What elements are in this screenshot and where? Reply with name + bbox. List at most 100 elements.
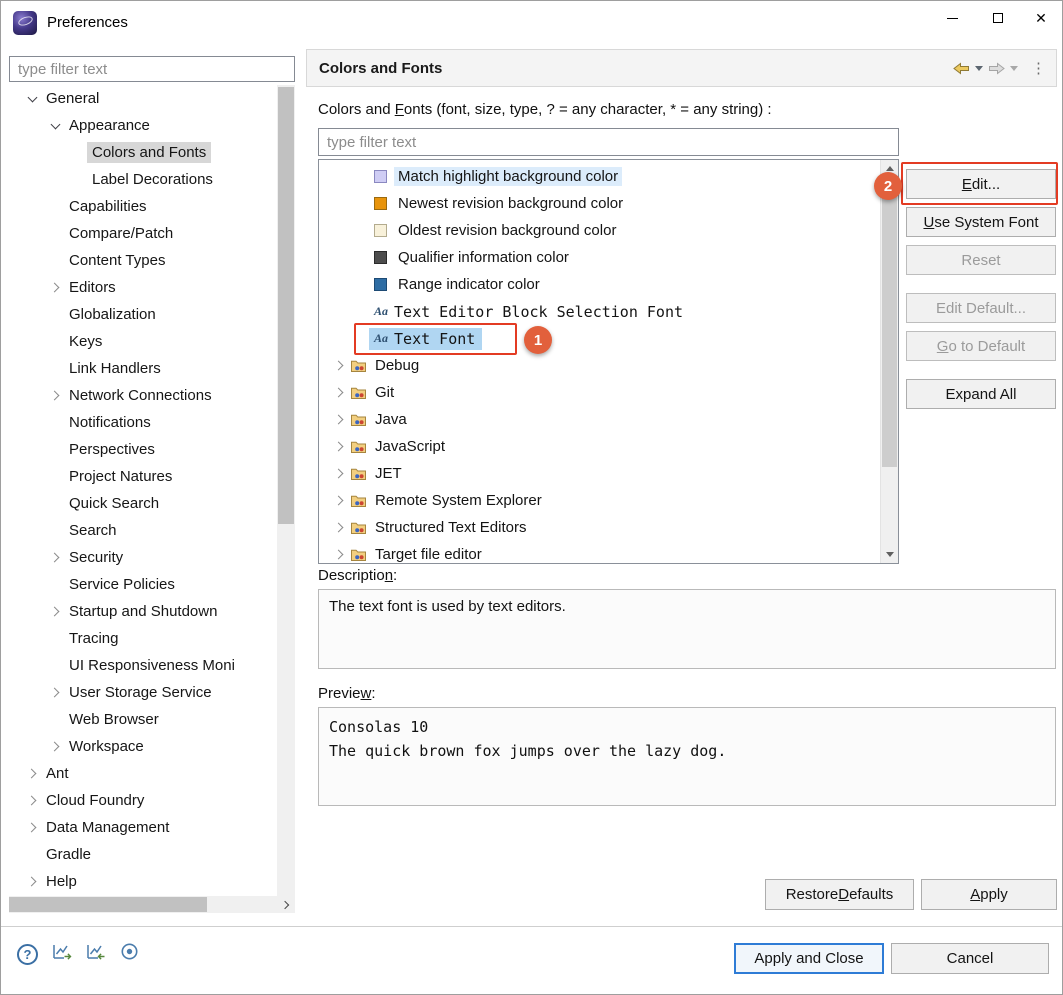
font-list-item-text-font[interactable]: AaText Font <box>319 325 880 352</box>
font-list-item-qualifier-information-color[interactable]: Qualifier information color <box>319 244 880 271</box>
sidebar-item-appearance[interactable]: Appearance <box>9 112 277 139</box>
sidebar-item-content-types[interactable]: Content Types <box>9 247 277 274</box>
chevron-right-icon[interactable] <box>48 281 62 295</box>
chevron-right-icon[interactable] <box>25 821 39 835</box>
font-list-item-text-editor-block-selection-font[interactable]: AaText Editor Block Selection Font <box>319 298 880 325</box>
apply-button[interactable]: Apply <box>921 879 1057 910</box>
sidebar-item-tracing[interactable]: Tracing <box>9 625 277 652</box>
edit-default-button[interactable]: Edit Default... <box>906 293 1056 323</box>
preference-recorder-icon[interactable] <box>120 942 139 966</box>
cancel-button[interactable]: Cancel <box>891 943 1049 974</box>
scrollbar-thumb[interactable] <box>278 87 294 524</box>
view-menu-icon[interactable]: ⋮ <box>1031 59 1046 77</box>
list-vertical-scrollbar[interactable] <box>880 160 898 563</box>
chevron-right-icon[interactable] <box>332 521 346 535</box>
chevron-right-icon[interactable] <box>25 794 39 808</box>
sidebar-item-workspace[interactable]: Workspace <box>9 733 277 760</box>
sidebar-vertical-scrollbar[interactable] <box>277 85 295 896</box>
sidebar-item-ui-responsiveness-moni[interactable]: UI Responsiveness Moni <box>9 652 277 679</box>
import-preferences-icon[interactable] <box>86 943 106 965</box>
expand-all-button[interactable]: Expand All <box>906 379 1056 409</box>
sidebar-item-notifications[interactable]: Notifications <box>9 409 277 436</box>
font-list-item-remote-system-explorer[interactable]: Remote System Explorer <box>319 487 880 514</box>
sidebar-item-link-handlers[interactable]: Link Handlers <box>9 355 277 382</box>
help-icon[interactable]: ? <box>17 944 38 965</box>
font-list-item-jet[interactable]: JET <box>319 460 880 487</box>
sidebar-item-project-natures[interactable]: Project Natures <box>9 463 277 490</box>
chevron-right-icon[interactable] <box>25 767 39 781</box>
chevron-right-icon[interactable] <box>48 686 62 700</box>
apply-and-close-button[interactable]: Apply and Close <box>734 943 884 974</box>
font-list-item-git[interactable]: Git <box>319 379 880 406</box>
chevron-right-icon[interactable] <box>332 440 346 454</box>
sidebar-item-startup-and-shutdown[interactable]: Startup and Shutdown <box>9 598 277 625</box>
restore-defaults-button[interactable]: Restore Defaults <box>765 879 914 910</box>
sidebar-item-security[interactable]: Security <box>9 544 277 571</box>
sidebar-item-web-browser[interactable]: Web Browser <box>9 706 277 733</box>
chevron-right-icon[interactable] <box>48 740 62 754</box>
scroll-down-icon[interactable] <box>881 546 899 563</box>
sidebar-item-service-policies[interactable]: Service Policies <box>9 571 277 598</box>
reset-button[interactable]: Reset <box>906 245 1056 275</box>
chevron-right-icon[interactable] <box>48 551 62 565</box>
font-list-item-target-file-editor[interactable]: Target file editor <box>319 541 880 564</box>
chevron-right-icon[interactable] <box>25 875 39 889</box>
sidebar-item-colors-and-fonts[interactable]: Colors and Fonts <box>9 139 277 166</box>
chevron-right-icon[interactable] <box>332 359 346 373</box>
sidebar-item-search[interactable]: Search <box>9 517 277 544</box>
font-list-item-structured-text-editors[interactable]: Structured Text Editors <box>319 514 880 541</box>
chevron-right-icon[interactable] <box>332 386 346 400</box>
font-list-item-java[interactable]: Java <box>319 406 880 433</box>
chevron-down-icon[interactable] <box>25 92 39 106</box>
maximize-button[interactable] <box>975 1 1021 35</box>
sidebar-item-quick-search[interactable]: Quick Search <box>9 490 277 517</box>
scroll-right-icon[interactable] <box>278 898 293 911</box>
font-list-item-newest-revision-background-color[interactable]: Newest revision background color <box>319 190 880 217</box>
sidebar-filter-input[interactable] <box>9 56 295 82</box>
edit-button[interactable]: Edit... <box>906 169 1056 199</box>
back-history-caret-icon[interactable] <box>975 66 983 71</box>
scrollbar-thumb[interactable] <box>9 897 207 912</box>
chevron-right-icon[interactable] <box>332 494 346 508</box>
scroll-up-icon[interactable] <box>881 160 899 177</box>
font-item: AaText Editor Block Selection Font <box>369 301 690 323</box>
sidebar-item-ant[interactable]: Ant <box>9 760 277 787</box>
chevron-right-icon[interactable] <box>48 605 62 619</box>
font-list-item-match-highlight-background-color[interactable]: Match highlight background color <box>319 163 880 190</box>
use-system-font-button[interactable]: Use System Font <box>906 207 1056 237</box>
forward-history-caret-icon[interactable] <box>1010 66 1018 71</box>
export-preferences-icon[interactable] <box>52 943 72 965</box>
sidebar-item-gradle[interactable]: Gradle <box>9 841 277 868</box>
sidebar-item-help[interactable]: Help <box>9 868 277 895</box>
sidebar-item-compare-patch[interactable]: Compare/Patch <box>9 220 277 247</box>
sidebar-item-keys[interactable]: Keys <box>9 328 277 355</box>
font-list-item-oldest-revision-background-color[interactable]: Oldest revision background color <box>319 217 880 244</box>
go-to-default-button[interactable]: Go to Default <box>906 331 1056 361</box>
sidebar-item-cloud-foundry[interactable]: Cloud Foundry <box>9 787 277 814</box>
chevron-right-icon[interactable] <box>332 467 346 481</box>
forward-arrow-icon[interactable] <box>988 62 1005 75</box>
chevron-down-icon[interactable] <box>48 119 62 133</box>
sidebar-item-label-decorations[interactable]: Label Decorations <box>9 166 277 193</box>
chevron-right-icon[interactable] <box>332 413 346 427</box>
sidebar-horizontal-scrollbar[interactable] <box>9 896 295 913</box>
chevron-right-icon[interactable] <box>332 548 346 562</box>
font-list-item-javascript[interactable]: JavaScript <box>319 433 880 460</box>
font-filter-input[interactable] <box>318 128 899 156</box>
minimize-button[interactable] <box>929 1 975 35</box>
sidebar-item-perspectives[interactable]: Perspectives <box>9 436 277 463</box>
sidebar-item-user-storage-service[interactable]: User Storage Service <box>9 679 277 706</box>
sidebar-item-general[interactable]: General <box>9 85 277 112</box>
font-list-item-range-indicator-color[interactable]: Range indicator color <box>319 271 880 298</box>
sidebar-item-globalization[interactable]: Globalization <box>9 301 277 328</box>
sidebar-item-capabilities[interactable]: Capabilities <box>9 193 277 220</box>
sidebar-item-data-management[interactable]: Data Management <box>9 814 277 841</box>
close-button[interactable]: ✕ <box>1018 1 1063 35</box>
font-list-item-debug[interactable]: Debug <box>319 352 880 379</box>
scrollbar-thumb[interactable] <box>882 179 897 467</box>
sidebar-item-editors[interactable]: Editors <box>9 274 277 301</box>
chevron-right-icon[interactable] <box>48 389 62 403</box>
sidebar-item-network-connections[interactable]: Network Connections <box>9 382 277 409</box>
back-arrow-icon[interactable] <box>953 62 970 75</box>
theme-category-folder-icon <box>350 359 367 373</box>
